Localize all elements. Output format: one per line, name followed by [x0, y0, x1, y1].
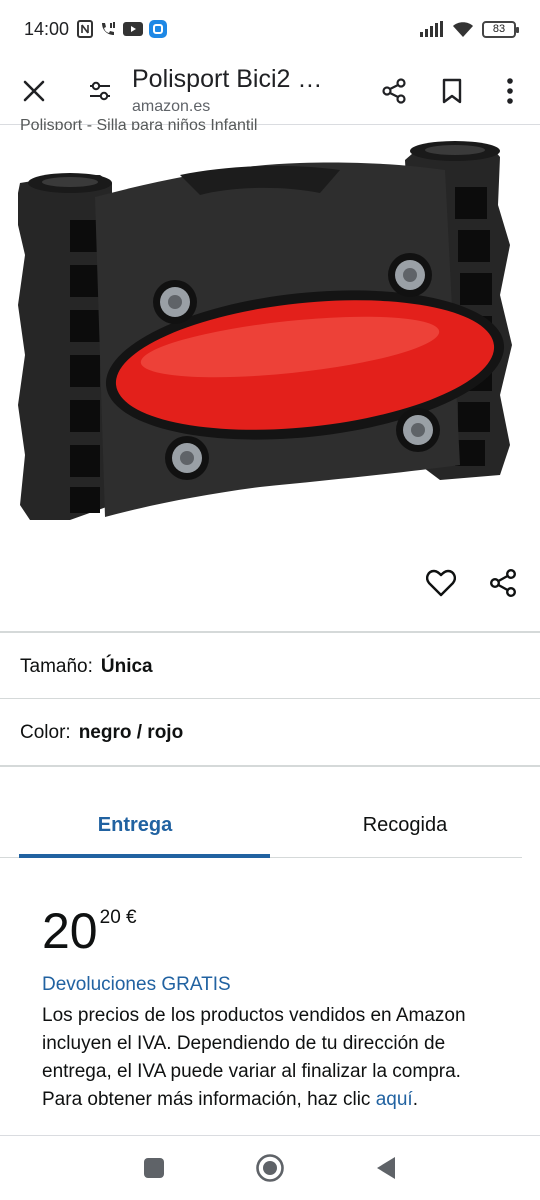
divider [0, 631, 540, 633]
divider [0, 765, 540, 767]
close-icon [23, 80, 45, 102]
more-options-button[interactable] [486, 67, 534, 115]
close-button[interactable] [10, 67, 58, 115]
price-whole: 20 [42, 903, 98, 959]
free-returns-link[interactable]: Devoluciones GRATIS [42, 974, 231, 996]
app-icon [149, 20, 168, 38]
price: 20 20 € [42, 900, 137, 962]
color-value: negro / rojo [78, 722, 184, 743]
home-button[interactable] [246, 1144, 294, 1192]
image-actions [422, 564, 522, 602]
heart-icon [426, 569, 456, 597]
page-title-block: Polisport Bici2 … amazon.es [132, 64, 352, 118]
share-icon [382, 78, 406, 104]
signal-icon [420, 21, 444, 37]
recents-square-icon [144, 1158, 164, 1178]
share-button[interactable] [370, 67, 418, 115]
delivery-tabs: Entrega Recogida [0, 792, 540, 858]
youtube-icon [123, 22, 144, 36]
status-right: 83 [420, 20, 519, 38]
color-variation[interactable]: Color: negro / rojo [20, 722, 183, 744]
wishlist-button[interactable] [422, 564, 460, 602]
status-bar: 14:00 83 [0, 0, 540, 58]
divider [0, 698, 540, 699]
tune-icon [90, 81, 110, 101]
site-settings-button[interactable] [76, 67, 124, 115]
nfc-icon [77, 20, 94, 38]
recents-button[interactable] [130, 1144, 178, 1192]
page-title: Polisport Bici2 … [132, 65, 323, 93]
wifi-calling-icon [99, 20, 117, 38]
tax-info-link[interactable]: aquí [376, 1089, 413, 1110]
size-label: Tamaño: [20, 656, 93, 677]
header-actions [370, 67, 534, 115]
size-value: Única [100, 656, 153, 677]
tax-info: Los precios de los productos vendidos en… [42, 1002, 502, 1114]
price-fraction: 20 € [99, 907, 137, 928]
product-share-button[interactable] [484, 564, 522, 602]
home-circle-icon [256, 1154, 284, 1182]
tax-info-end: . [412, 1089, 418, 1110]
bookmark-icon [442, 78, 462, 104]
bookmark-button[interactable] [428, 67, 476, 115]
tab-recogida[interactable]: Recogida [270, 792, 540, 858]
back-button[interactable] [362, 1144, 410, 1192]
wifi-icon [452, 20, 474, 38]
status-time: 14:00 [24, 18, 70, 39]
color-label: Color: [20, 722, 71, 743]
tab-entrega[interactable]: Entrega [0, 792, 270, 858]
size-variation[interactable]: Tamaño: Única [20, 656, 153, 678]
back-triangle-icon [377, 1157, 395, 1179]
battery-icon: 83 [482, 20, 519, 38]
share-icon [490, 569, 517, 597]
more-vert-icon [507, 78, 513, 104]
system-nav-bar [0, 1136, 540, 1200]
product-image[interactable] [0, 125, 540, 555]
active-tab-indicator [19, 854, 270, 858]
status-left-icons [77, 20, 168, 38]
